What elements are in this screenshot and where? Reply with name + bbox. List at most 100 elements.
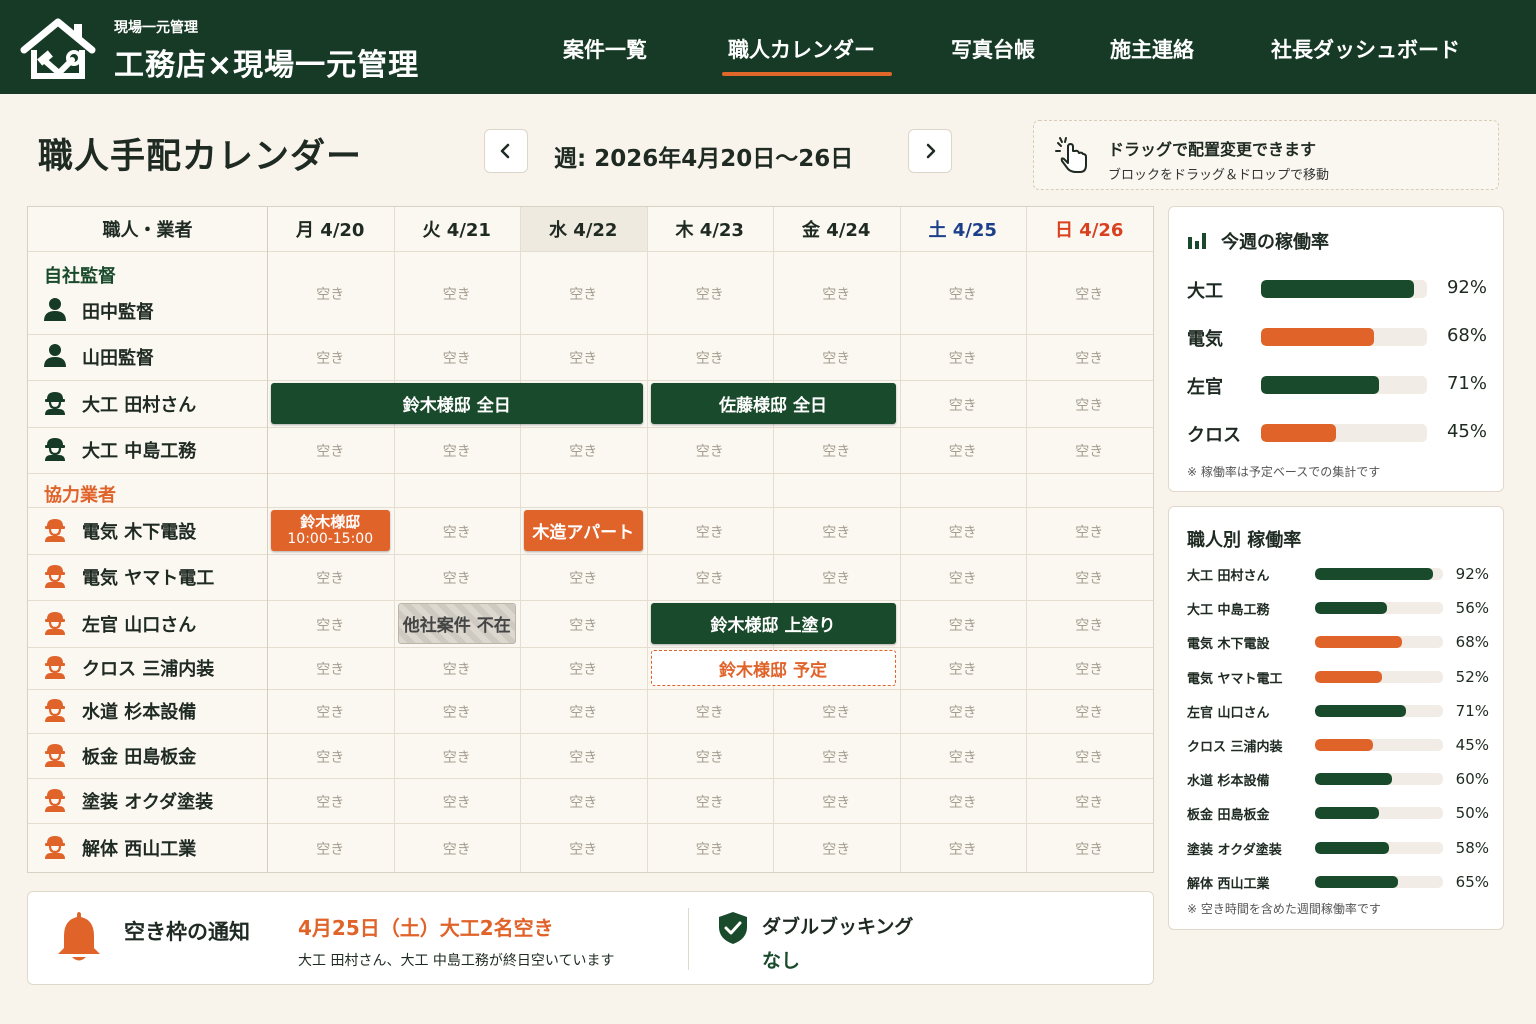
empty-slot[interactable]: 空き xyxy=(1026,348,1153,368)
empty-slot[interactable]: 空き xyxy=(520,702,647,722)
schedule-block[interactable]: 鈴木様邸 全日 xyxy=(271,383,643,424)
empty-slot[interactable]: 空き xyxy=(394,839,521,859)
empty-slot[interactable]: 空き xyxy=(1026,792,1153,812)
empty-slot[interactable]: 空き xyxy=(900,348,1027,368)
nav-cases[interactable]: 案件一覧 xyxy=(563,34,647,64)
empty-slot[interactable]: 空き xyxy=(1026,395,1153,415)
empty-slot[interactable]: 空き xyxy=(267,659,394,679)
worker-util-bar-track xyxy=(1315,670,1443,683)
empty-slot[interactable]: 空き xyxy=(394,284,521,304)
name-column-header: 職人・業者 xyxy=(102,220,193,241)
worker-util-label: クロス 三浦内装 xyxy=(1187,740,1283,755)
empty-slot[interactable]: 空き xyxy=(520,615,647,635)
empty-slot[interactable]: 空き xyxy=(394,568,521,588)
empty-slot[interactable]: 空き xyxy=(900,839,1027,859)
nav-president-dashboard[interactable]: 社長ダッシュボード xyxy=(1271,34,1460,64)
empty-slot[interactable]: 空き xyxy=(394,348,521,368)
empty-slot[interactable]: 空き xyxy=(773,348,900,368)
worker-util-bar-fill xyxy=(1315,670,1382,683)
empty-slot[interactable]: 空き xyxy=(520,659,647,679)
empty-slot[interactable]: 空き xyxy=(1026,839,1153,859)
empty-slot[interactable]: 空き xyxy=(394,747,521,767)
worker-util-bar-fill xyxy=(1315,568,1433,580)
empty-slot[interactable]: 空き xyxy=(520,839,647,859)
empty-slot[interactable]: 空き xyxy=(773,522,900,542)
empty-slot[interactable]: 空き xyxy=(647,522,774,542)
schedule-block[interactable]: 鈴木様邸 上塗り xyxy=(650,603,896,644)
nav-client-contact[interactable]: 施主連絡 xyxy=(1110,34,1194,64)
empty-slot[interactable]: 空き xyxy=(900,441,1027,461)
empty-slot[interactable]: 空き xyxy=(647,839,774,859)
util-bar-fill xyxy=(1261,424,1336,442)
empty-slot[interactable]: 空き xyxy=(267,568,394,588)
empty-slot[interactable]: 空き xyxy=(900,522,1027,542)
empty-slot[interactable]: 空き xyxy=(647,568,774,588)
next-week-button[interactable] xyxy=(908,129,952,173)
empty-slot[interactable]: 空き xyxy=(647,702,774,722)
schedule-block[interactable]: 佐藤様邸 全日 xyxy=(650,383,896,424)
empty-slot[interactable]: 空き xyxy=(647,284,774,304)
empty-slot[interactable]: 空き xyxy=(1026,747,1153,767)
empty-slot[interactable]: 空き xyxy=(900,792,1027,812)
empty-slot[interactable]: 空き xyxy=(520,441,647,461)
empty-slot[interactable]: 空き xyxy=(394,792,521,812)
nav-craftsman-calendar[interactable]: 職人カレンダー xyxy=(728,34,875,64)
empty-slot[interactable]: 空き xyxy=(900,568,1027,588)
craftsman-name: 塗装 オクダ塗装 xyxy=(82,791,214,813)
empty-slot[interactable]: 空き xyxy=(267,747,394,767)
schedule-block[interactable]: 木造アパート xyxy=(524,510,643,551)
empty-slot[interactable]: 空き xyxy=(394,522,521,542)
empty-slot[interactable]: 空き xyxy=(647,792,774,812)
empty-slot[interactable]: 空き xyxy=(1026,615,1153,635)
empty-slot[interactable]: 空き xyxy=(1026,659,1153,679)
empty-slot[interactable]: 空き xyxy=(773,568,900,588)
craftsman-row-7: クロス 三浦内装 xyxy=(42,653,214,683)
empty-slot[interactable]: 空き xyxy=(1026,568,1153,588)
empty-slot[interactable]: 空き xyxy=(900,395,1027,415)
empty-slot[interactable]: 空き xyxy=(900,659,1027,679)
util-label: 電気 xyxy=(1187,329,1223,350)
empty-slot[interactable]: 空き xyxy=(773,702,900,722)
empty-slot[interactable]: 空き xyxy=(267,792,394,812)
grid-row-line xyxy=(28,647,1153,648)
empty-slot[interactable]: 空き xyxy=(267,702,394,722)
empty-slot[interactable]: 空き xyxy=(1026,702,1153,722)
empty-slot[interactable]: 空き xyxy=(267,615,394,635)
empty-slot[interactable]: 空き xyxy=(520,568,647,588)
empty-slot[interactable]: 空き xyxy=(1026,522,1153,542)
grid-row-line xyxy=(28,507,1153,508)
schedule-block[interactable]: 鈴木様邸 10:00-15:00 xyxy=(271,510,390,551)
nav-photo-ledger[interactable]: 写真台帳 xyxy=(951,34,1035,64)
worker-orange-icon xyxy=(42,562,68,592)
empty-slot[interactable]: 空き xyxy=(394,702,521,722)
empty-slot[interactable]: 空き xyxy=(773,747,900,767)
prev-week-button[interactable] xyxy=(484,129,528,173)
empty-slot[interactable]: 空き xyxy=(267,839,394,859)
empty-slot[interactable]: 空き xyxy=(773,839,900,859)
empty-slot[interactable]: 空き xyxy=(647,747,774,767)
drag-hint-sub: ブロックをドラッグ＆ドロップで移動 xyxy=(1108,168,1330,183)
empty-slot[interactable]: 空き xyxy=(1026,284,1153,304)
empty-slot[interactable]: 空き xyxy=(267,348,394,368)
empty-slot[interactable]: 空き xyxy=(394,441,521,461)
empty-slot[interactable]: 空き xyxy=(1026,441,1153,461)
empty-slot[interactable]: 空き xyxy=(773,284,900,304)
empty-slot[interactable]: 空き xyxy=(394,659,521,679)
empty-slot[interactable]: 空き xyxy=(773,441,900,461)
week-label: 週: 2026年4月20日〜26日 xyxy=(554,146,854,172)
empty-slot[interactable]: 空き xyxy=(900,615,1027,635)
empty-slot[interactable]: 空き xyxy=(520,284,647,304)
empty-slot[interactable]: 空き xyxy=(520,792,647,812)
schedule-block[interactable]: 鈴木様邸 予定 xyxy=(650,650,896,686)
empty-slot[interactable]: 空き xyxy=(773,792,900,812)
empty-slot[interactable]: 空き xyxy=(647,348,774,368)
empty-slot[interactable]: 空き xyxy=(900,702,1027,722)
empty-slot[interactable]: 空き xyxy=(520,348,647,368)
empty-slot[interactable]: 空き xyxy=(900,284,1027,304)
schedule-block[interactable]: 他社案件 不在 xyxy=(397,603,516,644)
empty-slot[interactable]: 空き xyxy=(900,747,1027,767)
empty-slot[interactable]: 空き xyxy=(267,441,394,461)
empty-slot[interactable]: 空き xyxy=(267,284,394,304)
empty-slot[interactable]: 空き xyxy=(520,747,647,767)
empty-slot[interactable]: 空き xyxy=(647,441,774,461)
